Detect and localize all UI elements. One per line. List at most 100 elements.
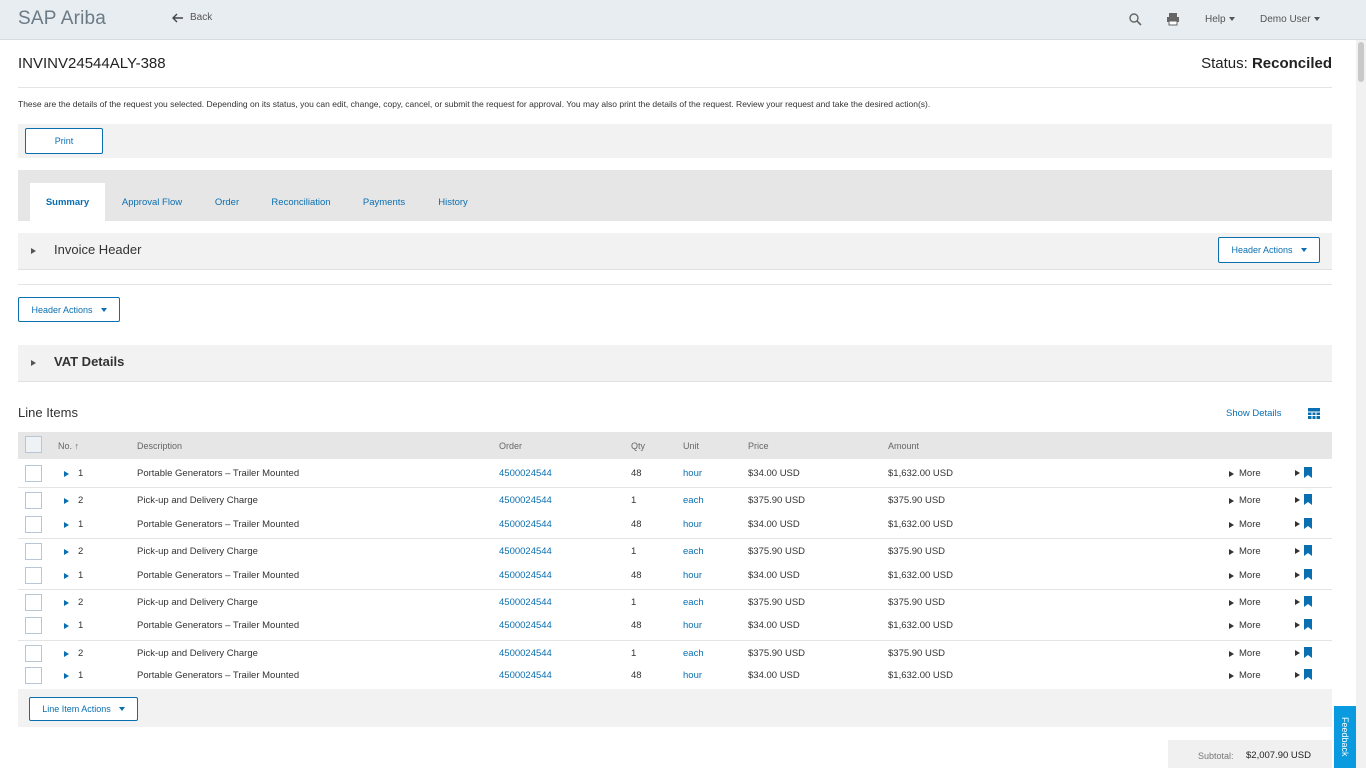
row-more-menu[interactable]: More <box>1229 468 1261 479</box>
column-header-order[interactable]: Order <box>499 441 522 451</box>
column-header-qty[interactable]: Qty <box>631 441 645 451</box>
help-menu[interactable]: Help <box>1205 14 1235 25</box>
row-more-menu[interactable]: More <box>1229 495 1261 506</box>
row-more-menu[interactable]: More <box>1229 670 1261 681</box>
scrollbar-thumb[interactable] <box>1358 42 1364 82</box>
row-more-menu[interactable]: More <box>1229 620 1261 631</box>
row-more-menu[interactable]: More <box>1229 597 1261 608</box>
back-button[interactable]: Back <box>172 12 212 23</box>
row-document-menu[interactable] <box>1295 596 1312 607</box>
row-unit[interactable]: each <box>683 648 704 660</box>
row-order-link[interactable]: 4500024544 <box>499 468 552 480</box>
column-header-description[interactable]: Description <box>137 441 182 451</box>
expand-row-icon[interactable] <box>64 573 69 579</box>
row-order-link[interactable]: 4500024544 <box>499 495 552 507</box>
row-order-link[interactable]: 4500024544 <box>499 648 552 660</box>
row-unit[interactable]: hour <box>683 620 702 632</box>
table-row[interactable]: 1 Portable Generators – Trailer Mounted 45… <box>18 465 1332 482</box>
row-document-menu[interactable] <box>1295 569 1312 580</box>
row-order-link[interactable]: 4500024544 <box>499 620 552 632</box>
row-document-menu[interactable] <box>1295 619 1312 630</box>
row-document-menu[interactable] <box>1295 494 1312 505</box>
page-scrollbar[interactable] <box>1356 40 1366 768</box>
row-order-link[interactable]: 4500024544 <box>499 670 552 682</box>
row-unit[interactable]: hour <box>683 670 702 682</box>
row-order-link[interactable]: 4500024544 <box>499 546 552 558</box>
row-checkbox[interactable] <box>25 465 42 482</box>
section-title[interactable]: Invoice Header <box>54 242 141 257</box>
more-label: More <box>1239 597 1261 608</box>
row-unit[interactable]: hour <box>683 519 702 531</box>
row-unit[interactable]: hour <box>683 468 702 480</box>
row-checkbox[interactable] <box>25 645 42 662</box>
row-number: 1 <box>78 468 84 479</box>
row-order-link[interactable]: 4500024544 <box>499 597 552 609</box>
row-more-menu[interactable]: More <box>1229 648 1261 659</box>
row-document-menu[interactable] <box>1295 669 1312 680</box>
table-row[interactable]: 2 Pick-up and Delivery Charge 4500024544 1 e… <box>18 645 1332 662</box>
row-document-menu[interactable] <box>1295 467 1312 478</box>
row-more-menu[interactable]: More <box>1229 546 1261 557</box>
expand-row-icon[interactable] <box>64 673 69 679</box>
table-settings-icon[interactable] <box>1308 408 1320 419</box>
header-actions-button[interactable]: Header Actions <box>18 297 120 322</box>
printer-icon[interactable] <box>1166 12 1180 26</box>
expand-row-icon[interactable] <box>64 600 69 606</box>
row-checkbox[interactable] <box>25 543 42 560</box>
row-checkbox[interactable] <box>25 567 42 584</box>
tab-history[interactable]: History <box>428 183 478 221</box>
row-more-menu[interactable]: More <box>1229 570 1261 581</box>
tab-approval-flow[interactable]: Approval Flow <box>110 183 194 221</box>
expand-row-icon[interactable] <box>64 623 69 629</box>
expand-arrow-icon <box>1229 497 1234 504</box>
row-unit[interactable]: each <box>683 597 704 609</box>
tab-payments[interactable]: Payments <box>354 183 414 221</box>
expand-row-icon[interactable] <box>64 549 69 555</box>
print-button[interactable]: Print <box>25 128 103 154</box>
row-amount: $1,632.00 USD <box>888 620 953 631</box>
row-document-menu[interactable] <box>1295 545 1312 556</box>
table-row[interactable]: 1 Portable Generators – Trailer Mounted 45… <box>18 667 1332 684</box>
tab-summary[interactable]: Summary <box>30 183 105 221</box>
row-checkbox[interactable] <box>25 594 42 611</box>
expand-row-icon[interactable] <box>64 522 69 528</box>
row-unit[interactable]: hour <box>683 570 702 582</box>
column-header-no[interactable]: No. ↑ <box>58 441 79 451</box>
row-checkbox[interactable] <box>25 492 42 509</box>
row-unit[interactable]: each <box>683 546 704 558</box>
expand-arrow-icon[interactable] <box>31 360 36 366</box>
search-icon[interactable] <box>1128 12 1142 26</box>
expand-row-icon[interactable] <box>64 498 69 504</box>
table-row[interactable]: 2 Pick-up and Delivery Charge 4500024544 1 e… <box>18 543 1332 560</box>
row-order-link[interactable]: 4500024544 <box>499 519 552 531</box>
table-row[interactable]: 1 Portable Generators – Trailer Mounted 45… <box>18 617 1332 634</box>
tab-reconciliation[interactable]: Reconciliation <box>260 183 342 221</box>
section-title[interactable]: VAT Details <box>54 354 124 369</box>
feedback-tab[interactable]: Feedback <box>1334 706 1356 768</box>
row-document-menu[interactable] <box>1295 518 1312 529</box>
header-actions-button[interactable]: Header Actions <box>1218 237 1320 263</box>
user-menu[interactable]: Demo User <box>1260 14 1320 25</box>
select-all-checkbox[interactable] <box>25 436 42 453</box>
expand-arrow-icon[interactable] <box>31 248 36 254</box>
show-details-link[interactable]: Show Details <box>1226 408 1281 419</box>
row-document-menu[interactable] <box>1295 647 1312 658</box>
row-checkbox[interactable] <box>25 667 42 684</box>
row-more-menu[interactable]: More <box>1229 519 1261 530</box>
tab-order[interactable]: Order <box>204 183 250 221</box>
column-header-amount[interactable]: Amount <box>888 441 919 451</box>
table-row[interactable]: 1 Portable Generators – Trailer Mounted 45… <box>18 567 1332 584</box>
row-checkbox[interactable] <box>25 617 42 634</box>
column-header-unit[interactable]: Unit <box>683 441 699 451</box>
table-row[interactable]: 2 Pick-up and Delivery Charge 4500024544 1 e… <box>18 492 1332 509</box>
table-row[interactable]: 1 Portable Generators – Trailer Mounted 45… <box>18 516 1332 533</box>
line-item-actions-button[interactable]: Line Item Actions <box>29 697 138 721</box>
table-row[interactable]: 2 Pick-up and Delivery Charge 4500024544 1 e… <box>18 594 1332 611</box>
row-checkbox[interactable] <box>25 516 42 533</box>
row-unit[interactable]: each <box>683 495 704 507</box>
expand-row-icon[interactable] <box>64 471 69 477</box>
column-header-price[interactable]: Price <box>748 441 769 451</box>
row-order-link[interactable]: 4500024544 <box>499 570 552 582</box>
expand-row-icon[interactable] <box>64 651 69 657</box>
app-logo[interactable]: SAP Ariba <box>18 8 106 30</box>
